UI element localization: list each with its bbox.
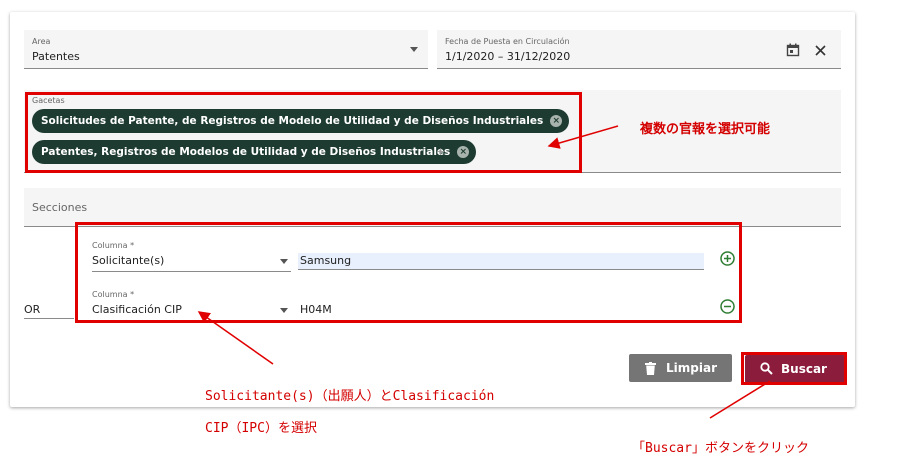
criteria-note-line1: Solicitante(s)（出願人）とClasificación <box>205 389 495 404</box>
criteria-note-line2: CIP（IPC）を選択 <box>205 421 317 436</box>
search-note: 「Buscar」ボタンをクリック <box>632 441 809 456</box>
gacetas-note: 複数の官報を選択可能 <box>640 122 771 137</box>
